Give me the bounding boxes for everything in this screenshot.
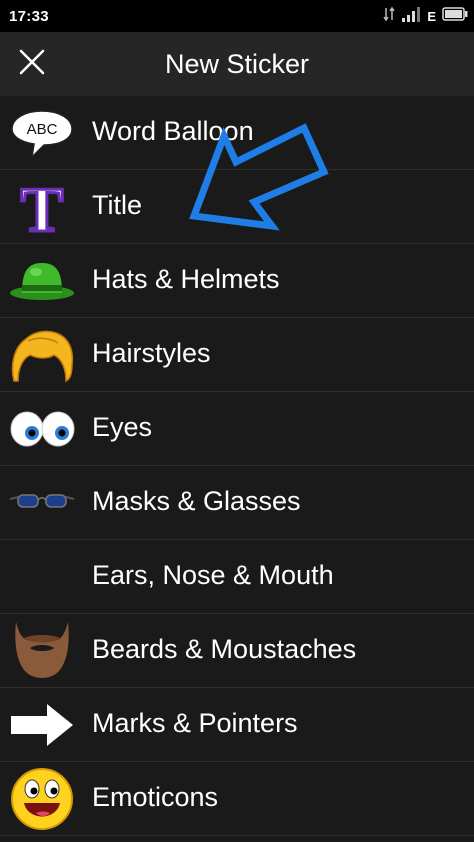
status-icons: E [383, 6, 468, 26]
page-title: New Sticker [164, 49, 310, 79]
list-item-label: Masks & Glasses [92, 486, 301, 516]
signal-icon [401, 6, 421, 26]
list-item-label: Emoticons [92, 782, 219, 812]
list-item-word-balloon[interactable]: ABC Word Balloon [0, 96, 474, 170]
sticker-category-list: ABC Word Balloon T Title Hats & Helmets [0, 96, 474, 836]
data-transfer-icon [383, 6, 395, 26]
list-item-label: Marks & Pointers [92, 708, 298, 738]
list-item-label: Hats & Helmets [92, 264, 280, 294]
svg-text:T: T [21, 175, 64, 239]
eyes-icon [8, 397, 76, 461]
list-item-label: Ears, Nose & Mouth [92, 560, 334, 590]
list-item-eyes[interactable]: Eyes [0, 392, 474, 466]
list-item-ears-nose-mouth[interactable]: Ears, Nose & Mouth [0, 540, 474, 614]
list-item-masks-glasses[interactable]: Masks & Glasses [0, 466, 474, 540]
list-item-title[interactable]: T Title [0, 170, 474, 244]
list-item-hats-helmets[interactable]: Hats & Helmets [0, 244, 474, 318]
glasses-icon [8, 471, 76, 535]
svg-text:ABC: ABC [27, 121, 58, 138]
list-item-label: Word Balloon [92, 116, 254, 146]
status-bar: 17:33 E [0, 0, 474, 32]
arrow-pointer-icon [8, 693, 76, 757]
list-item-beards-moustaches[interactable]: Beards & Moustaches [0, 614, 474, 688]
title-icon: T [8, 175, 76, 239]
smiley-icon [8, 767, 76, 831]
list-item-label: Eyes [92, 412, 153, 442]
list-item-label: Title [92, 190, 143, 220]
list-item-marks-pointers[interactable]: Marks & Pointers [0, 688, 474, 762]
list-item-hairstyles[interactable]: Hairstyles [0, 318, 474, 392]
carrier-label: E [427, 8, 436, 24]
hat-icon [8, 249, 76, 313]
hairstyle-icon [8, 323, 76, 387]
battery-icon [442, 7, 468, 25]
list-item-label: Beards & Moustaches [92, 634, 357, 664]
word-balloon-icon: ABC [8, 101, 76, 165]
beard-icon [8, 619, 76, 683]
app-bar: New Sticker [0, 32, 474, 96]
list-item-emoticons[interactable]: Emoticons [0, 762, 474, 836]
list-item-label: Hairstyles [92, 338, 211, 368]
status-time: 17:33 [9, 8, 49, 25]
